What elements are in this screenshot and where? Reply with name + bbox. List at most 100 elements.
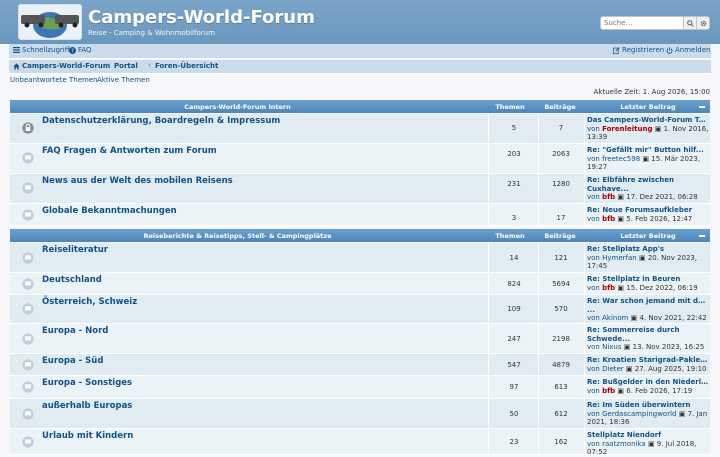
forum-title[interactable]: Deutschland bbox=[42, 275, 102, 285]
column-last-post: Letzter Beitrag bbox=[620, 103, 676, 111]
column-divider bbox=[488, 399, 489, 428]
active-topics-link[interactable]: Aktive Themen bbox=[97, 76, 150, 84]
column-divider bbox=[538, 174, 539, 203]
last-post-author[interactable]: Dieter bbox=[602, 365, 624, 373]
forum-title[interactable]: Europa - Sonstiges bbox=[42, 378, 132, 388]
last-post-author[interactable]: Nixus bbox=[602, 343, 621, 351]
column-divider bbox=[488, 354, 489, 375]
forum-title[interactable]: News aus der Welt des mobilen Reisens bbox=[42, 176, 233, 186]
login-link[interactable]: Anmelden bbox=[666, 46, 710, 54]
last-post-author[interactable]: Gerdascampingworld bbox=[602, 410, 676, 418]
forum-title[interactable]: außerhalb Europas bbox=[42, 401, 132, 411]
last-post-title-cont[interactable]: Cuxhave... bbox=[587, 185, 709, 194]
last-post-title[interactable]: Re: Kroatien Starigrad-Paklen... bbox=[587, 356, 709, 365]
topics-count: 824 bbox=[507, 280, 521, 288]
last-post-title[interactable]: Re: Im Süden überwintern bbox=[587, 401, 709, 410]
last-post-title[interactable]: Re: Sommerreise durch bbox=[587, 326, 709, 335]
breadcrumb-portal[interactable]: Portal bbox=[114, 62, 138, 70]
forum-row: Deutschland 824 5694 Re: Stellplatz in Beur… bbox=[10, 273, 710, 295]
view-post-icon[interactable]: ▣ bbox=[639, 254, 646, 262]
last-post-title-cont[interactable]: Schwede... bbox=[587, 335, 709, 344]
last-post: Re: War schon jemand mit dem... von Akino… bbox=[587, 297, 709, 323]
column-divider bbox=[584, 273, 585, 294]
forum-title[interactable]: Österreich, Schweiz bbox=[42, 297, 137, 307]
forum-title[interactable]: Europa - Nord bbox=[42, 326, 108, 336]
last-post-date: 5. Feb 2026, 12:47 bbox=[626, 214, 693, 223]
view-post-icon[interactable]: ▣ bbox=[642, 155, 649, 163]
view-post-icon[interactable]: ▣ bbox=[679, 410, 686, 418]
view-post-icon[interactable]: ▣ bbox=[624, 343, 631, 351]
forum-row: FAQ Fragen & Antworten zum Forum 203 206… bbox=[10, 144, 710, 174]
view-post-icon[interactable]: ▣ bbox=[617, 284, 624, 292]
site-title[interactable]: Campers-World-Forum bbox=[88, 7, 315, 28]
view-post-icon[interactable]: ▣ bbox=[631, 314, 638, 322]
category-title[interactable]: Reiseberichte & Reisetipps, Stell- & Cam… bbox=[10, 232, 465, 240]
view-post-icon[interactable]: ▣ bbox=[626, 365, 633, 373]
last-post-title[interactable]: Re: "Gefällt mir" Button hilf... bbox=[587, 146, 709, 155]
last-post-time: 07:52 bbox=[587, 448, 608, 457]
column-divider bbox=[584, 114, 585, 143]
collapse-icon[interactable] bbox=[699, 106, 705, 108]
forum-title[interactable]: FAQ Fragen & Antworten zum Forum bbox=[42, 146, 217, 156]
last-post-title[interactable]: Re: Elbfähre zwischen bbox=[587, 176, 709, 185]
forum-row: Reiseliteratur 14 121 Re: Stellplatz App's v… bbox=[10, 243, 710, 273]
edit-icon bbox=[613, 46, 620, 54]
forum-title[interactable]: Urlaub mit Kindern bbox=[42, 431, 133, 441]
site-logo[interactable] bbox=[18, 4, 82, 40]
column-divider bbox=[538, 204, 539, 225]
last-post-title[interactable]: Re: War schon jemand mit dem bbox=[587, 297, 709, 306]
last-post-author[interactable]: bfb bbox=[602, 284, 615, 292]
collapse-icon[interactable] bbox=[699, 235, 705, 237]
category-title[interactable]: Campers-World-Forum Intern bbox=[10, 103, 465, 111]
column-divider bbox=[584, 354, 585, 375]
view-post-icon[interactable]: ▣ bbox=[617, 215, 624, 223]
last-post-author[interactable]: Hymerfan bbox=[602, 254, 637, 262]
last-post-title[interactable]: Das Campers-World-Forum Team bbox=[587, 116, 709, 125]
register-link[interactable]: Registrieren bbox=[613, 46, 664, 54]
topics-count: 14 bbox=[509, 254, 519, 262]
breadcrumb-index[interactable]: Foren-Übersicht bbox=[155, 62, 218, 70]
last-post-author[interactable]: Forenleitung bbox=[602, 125, 652, 133]
forum-title[interactable]: Globale Bekanntmachungen bbox=[42, 206, 177, 216]
last-post-title[interactable]: Re: Stellplatz App's bbox=[587, 245, 709, 254]
faq-link[interactable]: ? FAQ bbox=[69, 46, 92, 54]
forum-title[interactable]: Reiseliteratur bbox=[42, 245, 108, 255]
last-post-author[interactable]: bfb bbox=[602, 215, 615, 223]
last-post: Re: Stellplatz in Beuren von bfb ▣ 15. De… bbox=[587, 275, 709, 292]
search-input[interactable] bbox=[600, 16, 684, 30]
view-post-icon[interactable]: ▣ bbox=[617, 387, 624, 395]
forum-read-icon bbox=[22, 408, 34, 420]
by-label: von bbox=[587, 343, 600, 352]
column-divider bbox=[488, 273, 489, 294]
last-post-author[interactable]: freetec598 bbox=[602, 155, 640, 163]
column-topics: Themen bbox=[495, 103, 525, 111]
view-post-icon[interactable]: ▣ bbox=[617, 193, 624, 201]
breadcrumb-home[interactable]: Campers-World-Forum bbox=[13, 62, 110, 70]
advanced-search-button[interactable] bbox=[697, 16, 710, 30]
forum-title[interactable]: Europa - Süd bbox=[42, 356, 103, 366]
posts-count: 2198 bbox=[552, 335, 570, 343]
forum-title[interactable]: Datenschutzerklärung, Boardregeln & Impr… bbox=[42, 116, 280, 126]
last-post-author[interactable]: Akinom bbox=[602, 314, 628, 322]
quick-links-menu[interactable]: Schnellzugriff bbox=[13, 46, 70, 54]
last-post-title[interactable]: Re: Bußgelder in den Niederla... bbox=[587, 378, 709, 387]
column-divider bbox=[488, 295, 489, 323]
view-post-icon[interactable]: ▣ bbox=[648, 440, 655, 448]
unanswered-topics-link[interactable]: Unbeantwortete Themen bbox=[10, 76, 98, 84]
column-divider bbox=[538, 144, 539, 173]
topics-count: 97 bbox=[509, 383, 519, 391]
last-post-author[interactable]: raatzmonika bbox=[602, 440, 646, 448]
last-post-title-cont[interactable]: ... bbox=[587, 306, 709, 315]
column-divider bbox=[538, 324, 539, 353]
column-divider bbox=[488, 376, 489, 398]
column-last-post: Letzter Beitrag bbox=[620, 232, 676, 240]
search-button[interactable] bbox=[684, 16, 697, 30]
last-post-author[interactable]: bfb bbox=[602, 387, 615, 395]
last-post-title[interactable]: Re: Stellplatz in Beuren bbox=[587, 275, 709, 284]
search-box bbox=[600, 16, 710, 30]
last-post-author[interactable]: bfb bbox=[602, 193, 615, 201]
last-post-date: 6. Feb 2026, 17:19 bbox=[626, 386, 693, 395]
last-post-title[interactable]: Stellplatz Niendorf bbox=[587, 431, 709, 440]
view-post-icon[interactable]: ▣ bbox=[655, 125, 662, 133]
last-post-title[interactable]: Re: Neue Forumsaufkleber bbox=[587, 206, 709, 215]
